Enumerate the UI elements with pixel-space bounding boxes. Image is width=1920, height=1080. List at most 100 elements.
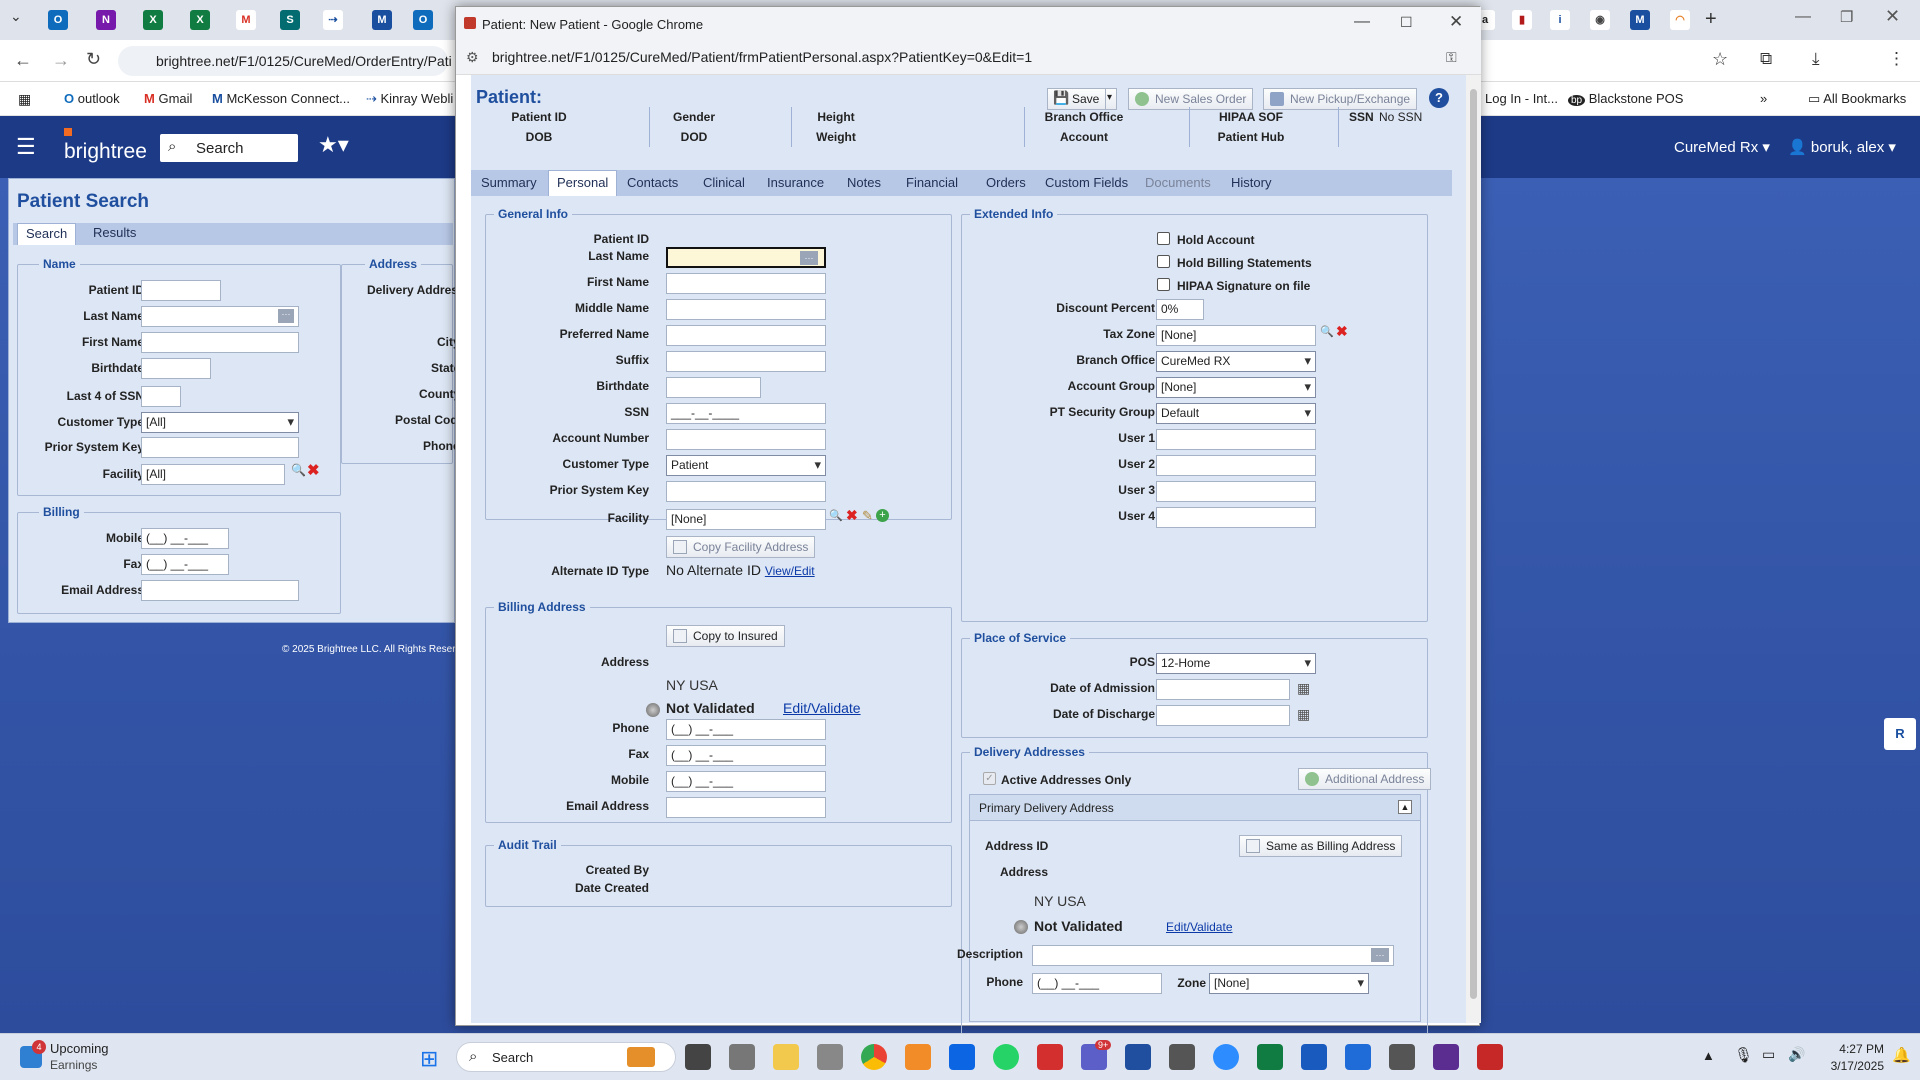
branch-office-select[interactable]: CureMed RX (1156, 351, 1316, 372)
mckesson-tab-icon[interactable]: M (1630, 10, 1650, 30)
delivery-edit-validate-link[interactable]: Edit/Validate (1166, 920, 1233, 934)
fax-input[interactable]: (__) __-___ (141, 554, 229, 575)
forward-icon[interactable]: → (52, 50, 70, 71)
tab-insurance[interactable]: Insurance (759, 171, 832, 195)
clear-icon[interactable]: ✖ (307, 461, 320, 479)
minimize-icon[interactable]: — (1795, 8, 1811, 26)
lookup-icon[interactable]: 🔍 (829, 509, 843, 522)
close-icon[interactable]: ✕ (1885, 6, 1900, 27)
apps-icon[interactable]: ▦ (18, 91, 31, 108)
billing-email-input[interactable] (666, 797, 826, 818)
excel-tab-icon[interactable]: X (190, 10, 210, 30)
collapse-icon[interactable]: ▲ (1398, 800, 1412, 814)
more-icon[interactable]: ··· (1371, 948, 1389, 962)
bookmark-mckesson[interactable]: M McKesson Connect... (212, 91, 350, 106)
billing-mobile-input[interactable]: (__) __-___ (666, 771, 826, 792)
more-icon[interactable]: ··· (278, 309, 294, 323)
active-addresses-checkbox[interactable]: ✓ (983, 772, 996, 785)
hipaa-signature-checkbox[interactable] (1157, 278, 1170, 291)
close-icon[interactable]: ✕ (1449, 12, 1463, 32)
tab-contacts[interactable]: Contacts (619, 171, 686, 195)
network-icon[interactable]: ▭ (1762, 1046, 1775, 1063)
customer-type-select[interactable]: [All] (141, 412, 299, 433)
whatsapp-icon[interactable] (993, 1044, 1019, 1070)
account-number-input[interactable] (666, 429, 826, 450)
microphone-icon[interactable]: 🎙 (1734, 1046, 1753, 1064)
birthdate-input[interactable] (666, 377, 761, 398)
ssn-input[interactable]: ___-__-____ (666, 403, 826, 424)
prior-key-input[interactable] (666, 481, 826, 502)
notifications-bell-icon[interactable]: 🔔 (1892, 1046, 1911, 1064)
hold-account-checkbox[interactable] (1157, 232, 1170, 245)
zone-select[interactable]: [None] (1209, 973, 1369, 994)
tab-search[interactable]: Search (17, 223, 77, 245)
widgets-icon[interactable] (729, 1044, 755, 1070)
lookup-icon[interactable]: 🔍 (291, 463, 306, 477)
rx-app-icon[interactable] (1389, 1044, 1415, 1070)
suffix-input[interactable] (666, 351, 826, 372)
user3-input[interactable] (1156, 481, 1316, 502)
lookup-icon[interactable]: 🔍 (1320, 325, 1334, 338)
menu-icon[interactable]: ⋮ (1888, 49, 1905, 69)
tab-summary[interactable]: Summary (473, 171, 545, 195)
bookmark-blackstone[interactable]: bp Blackstone POS (1568, 91, 1683, 106)
app-r-icon[interactable] (905, 1044, 931, 1070)
url-bar[interactable]: brightree.net/F1/0125/CureMed/OrderEntry… (118, 46, 452, 76)
zoom-icon[interactable] (1213, 1044, 1239, 1070)
site-info-icon[interactable]: ⚙ (466, 49, 479, 66)
trello-icon[interactable] (949, 1044, 975, 1070)
prior-key-input[interactable] (141, 437, 299, 458)
delivery-phone-input[interactable]: (__) __-___ (1032, 973, 1162, 994)
download-icon[interactable]: ⤓ (1812, 49, 1820, 69)
new-sales-order-button[interactable]: New Sales Order (1128, 88, 1254, 110)
clock-date[interactable]: 3/17/2025 (1814, 1059, 1884, 1073)
calculator-icon[interactable] (817, 1044, 843, 1070)
hold-billing-checkbox[interactable] (1157, 255, 1170, 268)
outlook-icon[interactable] (1345, 1044, 1371, 1070)
additional-address-button[interactable]: Additional Address (1298, 768, 1432, 790)
excel-icon[interactable] (1257, 1044, 1283, 1070)
tab-personal[interactable]: Personal (548, 170, 618, 196)
reload-icon[interactable]: ↻ (86, 49, 101, 70)
info-tab-icon[interactable]: i (1550, 10, 1570, 30)
add-icon[interactable]: + (876, 509, 889, 522)
back-icon[interactable]: ← (14, 50, 32, 71)
new-pickup-button[interactable]: New Pickup/Exchange (1263, 88, 1418, 110)
customer-type-select[interactable]: Patient (666, 455, 826, 476)
tab-icon[interactable]: ▮ (1512, 10, 1532, 30)
tab-orders[interactable]: Orders (978, 171, 1034, 195)
mckesson-tab-icon[interactable]: M (372, 10, 392, 30)
notes-icon[interactable] (1125, 1044, 1151, 1070)
tab-history[interactable]: History (1223, 171, 1279, 195)
bookmark-outlook[interactable]: O outlook (64, 91, 120, 106)
edit-pencil-icon[interactable]: ✎ (862, 508, 873, 524)
preferred-name-input[interactable] (666, 325, 826, 346)
favorites-star-icon[interactable]: ★▾ (318, 132, 349, 158)
middle-name-input[interactable] (666, 299, 826, 320)
billing-edit-validate-link[interactable]: Edit/Validate (783, 700, 861, 716)
calendar-icon[interactable]: ▦ (1297, 680, 1310, 697)
sharepoint-tab-icon[interactable]: S (280, 10, 300, 30)
discount-percent-input[interactable]: 0% (1156, 299, 1204, 320)
help-icon[interactable]: ? (1429, 88, 1449, 108)
discharge-date-input[interactable] (1156, 705, 1290, 726)
global-search[interactable]: ⌕ Search (160, 134, 298, 162)
birthdate-input[interactable] (141, 358, 211, 379)
windows-start-icon[interactable]: ⊞ (420, 1046, 438, 1072)
tab-search-icon[interactable]: ⌄ (10, 8, 22, 25)
outlook-tab-icon[interactable]: O (48, 10, 68, 30)
minimize-icon[interactable]: — (1354, 13, 1370, 31)
calendar-icon[interactable]: ▦ (1297, 706, 1310, 723)
bookmark-kinray[interactable]: ⇢ Kinray Webli (366, 91, 453, 107)
user2-input[interactable] (1156, 455, 1316, 476)
globe-tab-icon[interactable]: ◉ (1590, 10, 1610, 30)
clear-icon[interactable]: ✖ (1336, 323, 1348, 340)
scrollbar-thumb[interactable] (1470, 89, 1477, 999)
billing-fax-input[interactable]: (__) __-___ (666, 745, 826, 766)
chrome-icon[interactable] (861, 1044, 887, 1070)
clear-icon[interactable]: ✖ (846, 507, 858, 524)
bookmark-gmail[interactable]: M Gmail (144, 91, 192, 106)
same-as-billing-button[interactable]: Same as Billing Address (1239, 835, 1403, 857)
bookmark-star-icon[interactable]: ☆ (1712, 49, 1728, 70)
tray-chevron-icon[interactable]: ▲ (1702, 1048, 1715, 1063)
